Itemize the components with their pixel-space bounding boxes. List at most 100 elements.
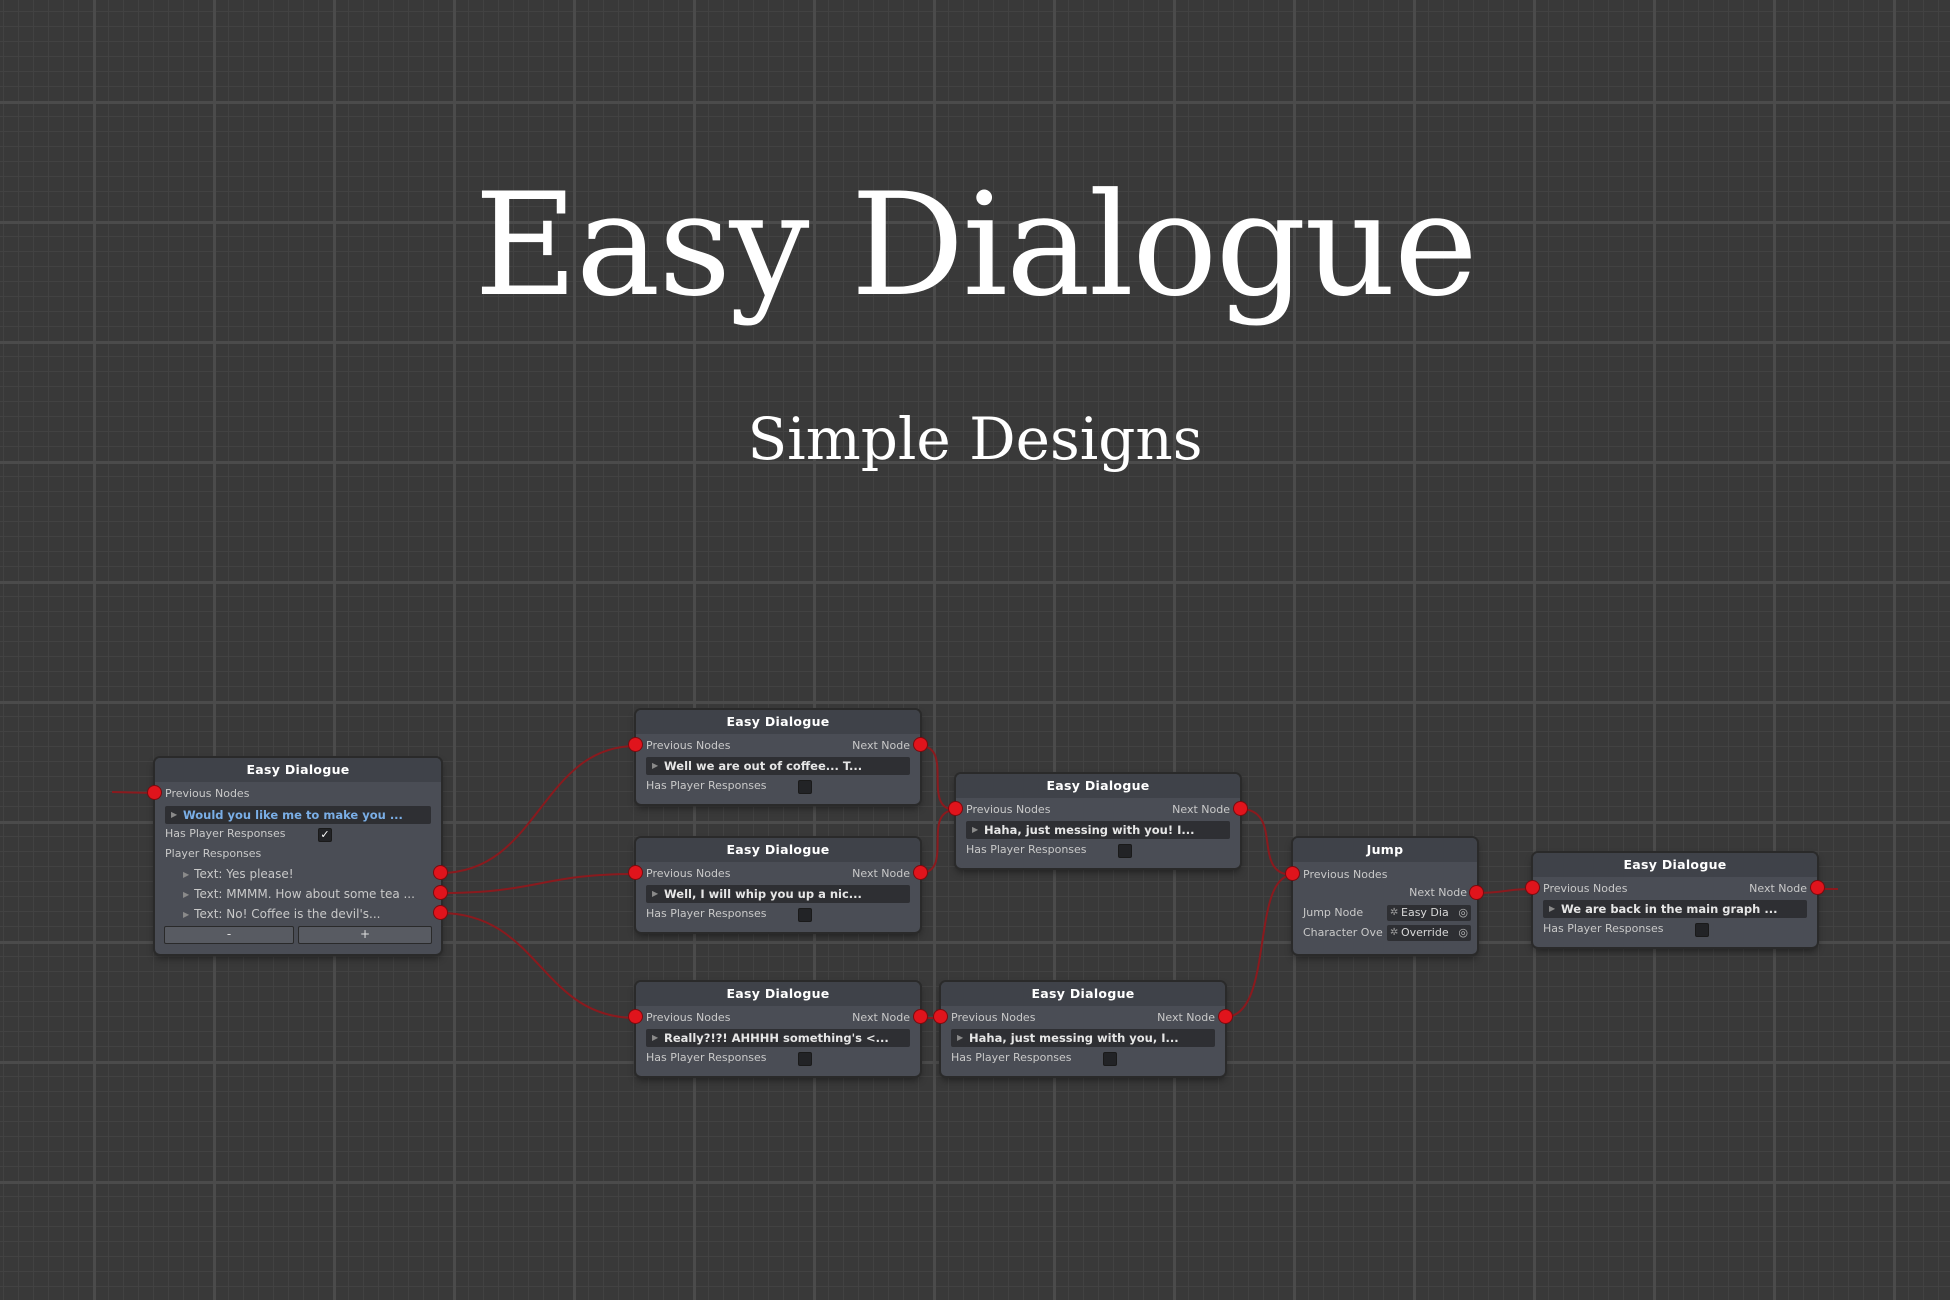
- next-node-row: Next Node: [1303, 884, 1467, 902]
- response-output-port[interactable]: [434, 866, 447, 879]
- node-ports-row: Previous Nodes Next Node: [951, 1009, 1215, 1027]
- has-player-responses-checkbox[interactable]: [798, 1052, 812, 1066]
- has-player-responses-label: Has Player Responses: [646, 779, 767, 792]
- dialogue-node[interactable]: Easy Dialogue Previous Nodes Next Node ▶…: [629, 710, 927, 804]
- triangle-right-icon[interactable]: ▶: [183, 890, 189, 899]
- next-node-label: Next Node: [852, 1011, 910, 1024]
- dialogue-text-value: Would you like me to make you ...: [183, 808, 403, 822]
- next-node-label: Next Node: [1157, 1011, 1215, 1024]
- jump-node-value: Easy Dia: [1401, 906, 1449, 919]
- node-ports-row: Previous Nodes Next Node: [646, 737, 910, 755]
- node-header[interactable]: Easy Dialogue: [956, 774, 1240, 798]
- output-port[interactable]: [914, 866, 927, 879]
- triangle-right-icon[interactable]: ▶: [652, 757, 658, 775]
- object-icon: ✲: [1390, 927, 1399, 938]
- dialogue-text-value: Really?!?! AHHHH something's <...: [664, 1031, 889, 1045]
- input-port[interactable]: [148, 786, 161, 799]
- checkmark-icon: ✓: [320, 828, 330, 841]
- player-response-text: Text: MMMM. How about some tea ...: [194, 887, 415, 901]
- player-response-item[interactable]: ▶ Text: Yes please!: [183, 865, 421, 883]
- input-port[interactable]: [1286, 867, 1299, 880]
- jump-node-field[interactable]: ✲ Easy Dia ◎: [1387, 905, 1471, 921]
- node-ports-row: Previous Nodes Next Node: [646, 865, 910, 883]
- dialogue-node[interactable]: Easy Dialogue Previous Nodes Next Node ▶…: [949, 774, 1247, 868]
- node-header[interactable]: Easy Dialogue: [636, 710, 920, 734]
- dialogue-node[interactable]: Easy Dialogue Previous Nodes Next Node ▶…: [934, 982, 1232, 1076]
- has-player-responses-label: Has Player Responses: [951, 1051, 1072, 1064]
- wire-n2-to-n5: [919, 745, 957, 811]
- previous-nodes-label: Previous Nodes: [646, 739, 731, 752]
- node-header[interactable]: Jump: [1293, 838, 1477, 862]
- dialogue-text-field[interactable]: ▶ Well, I will whip you up a nic...: [646, 885, 910, 903]
- output-port[interactable]: [1811, 881, 1824, 894]
- dialogue-text-field[interactable]: ▶ Really?!?! AHHHH something's <...: [646, 1029, 910, 1047]
- has-player-responses-checkbox[interactable]: [1103, 1052, 1117, 1066]
- add-response-button[interactable]: +: [298, 926, 432, 944]
- dialogue-text-field[interactable]: ▶ Haha, just messing with you! I...: [966, 821, 1230, 839]
- node-header[interactable]: Easy Dialogue: [636, 982, 920, 1006]
- node-ports-row: Previous Nodes Next Node: [966, 801, 1230, 819]
- previous-nodes-label: Previous Nodes: [646, 867, 731, 880]
- triangle-right-icon[interactable]: ▶: [1549, 900, 1555, 918]
- triangle-right-icon[interactable]: ▶: [652, 885, 658, 903]
- has-player-responses-label: Has Player Responses: [646, 907, 767, 920]
- dialogue-text-field[interactable]: ▶ We are back in the main graph ...: [1543, 900, 1807, 918]
- next-node-label: Next Node: [1172, 803, 1230, 816]
- has-player-responses-checkbox[interactable]: [798, 780, 812, 794]
- output-port[interactable]: [1219, 1010, 1232, 1023]
- triangle-right-icon[interactable]: ▶: [957, 1029, 963, 1047]
- triangle-right-icon[interactable]: ▶: [183, 910, 189, 919]
- node-header[interactable]: Easy Dialogue: [155, 758, 441, 782]
- input-port[interactable]: [934, 1010, 947, 1023]
- node-header[interactable]: Easy Dialogue: [941, 982, 1225, 1006]
- triangle-right-icon[interactable]: ▶: [171, 806, 177, 824]
- previous-nodes-label: Previous Nodes: [966, 803, 1051, 816]
- target-icon[interactable]: ◎: [1458, 925, 1468, 941]
- output-port[interactable]: [914, 1010, 927, 1023]
- has-player-responses-checkbox[interactable]: ✓: [318, 828, 332, 842]
- response-output-port[interactable]: [434, 906, 447, 919]
- node-header[interactable]: Easy Dialogue: [636, 838, 920, 862]
- previous-nodes-label: Previous Nodes: [951, 1011, 1036, 1024]
- triangle-right-icon[interactable]: ▶: [972, 821, 978, 839]
- input-port[interactable]: [949, 802, 962, 815]
- triangle-right-icon[interactable]: ▶: [652, 1029, 658, 1047]
- dialogue-node[interactable]: Easy Dialogue Previous Nodes Next Node ▶…: [1526, 853, 1824, 947]
- wire-r3-to-n4: [439, 912, 637, 1019]
- has-player-responses-checkbox[interactable]: [1695, 923, 1709, 937]
- dialogue-text-field[interactable]: ▶ Well we are out of coffee... T...: [646, 757, 910, 775]
- response-output-port[interactable]: [434, 886, 447, 899]
- connection-wires: [111, 745, 1838, 1020]
- has-player-responses-checkbox[interactable]: [798, 908, 812, 922]
- output-port[interactable]: [914, 738, 927, 751]
- input-port[interactable]: [1526, 881, 1539, 894]
- character-override-field[interactable]: ✲ Override ◎: [1387, 925, 1471, 941]
- previous-nodes-label: Previous Nodes: [646, 1011, 731, 1024]
- dialogue-node[interactable]: Easy Dialogue Previous Nodes Next Node ▶…: [629, 838, 927, 932]
- player-response-item[interactable]: ▶ Text: MMMM. How about some tea ...: [183, 885, 421, 903]
- output-port[interactable]: [1234, 802, 1247, 815]
- wire-r2-to-n3: [439, 873, 637, 894]
- output-port[interactable]: [1470, 886, 1483, 899]
- wire-n5-to-jump: [1239, 808, 1294, 876]
- object-icon: ✲: [1390, 907, 1399, 918]
- list-controls: - +: [164, 926, 432, 944]
- wire-n3-to-n5: [919, 809, 957, 874]
- player-response-item[interactable]: ▶ Text: No! Coffee is the devil's...: [183, 905, 421, 923]
- dialogue-text-field[interactable]: ▶ Would you like me to make you ...: [165, 806, 431, 824]
- character-override-value: Override: [1401, 926, 1449, 939]
- remove-response-button[interactable]: -: [164, 926, 294, 944]
- target-icon[interactable]: ◎: [1458, 905, 1468, 921]
- has-player-responses-label: Has Player Responses: [966, 843, 1087, 856]
- jump-node[interactable]: Jump Previous Nodes Next Node Jump Node …: [1286, 838, 1483, 954]
- triangle-right-icon[interactable]: ▶: [183, 870, 189, 879]
- dialogue-node-root[interactable]: Easy Dialogue Previous Nodes ▶ Would you…: [148, 758, 447, 954]
- character-override-label: Character Ove: [1303, 926, 1383, 939]
- dialogue-node[interactable]: Easy Dialogue Previous Nodes Next Node ▶…: [629, 982, 927, 1076]
- dialogue-text-field[interactable]: ▶ Haha, just messing with you, I...: [951, 1029, 1215, 1047]
- input-port[interactable]: [629, 1010, 642, 1023]
- input-port[interactable]: [629, 866, 642, 879]
- input-port[interactable]: [629, 738, 642, 751]
- has-player-responses-checkbox[interactable]: [1118, 844, 1132, 858]
- node-header[interactable]: Easy Dialogue: [1533, 853, 1817, 877]
